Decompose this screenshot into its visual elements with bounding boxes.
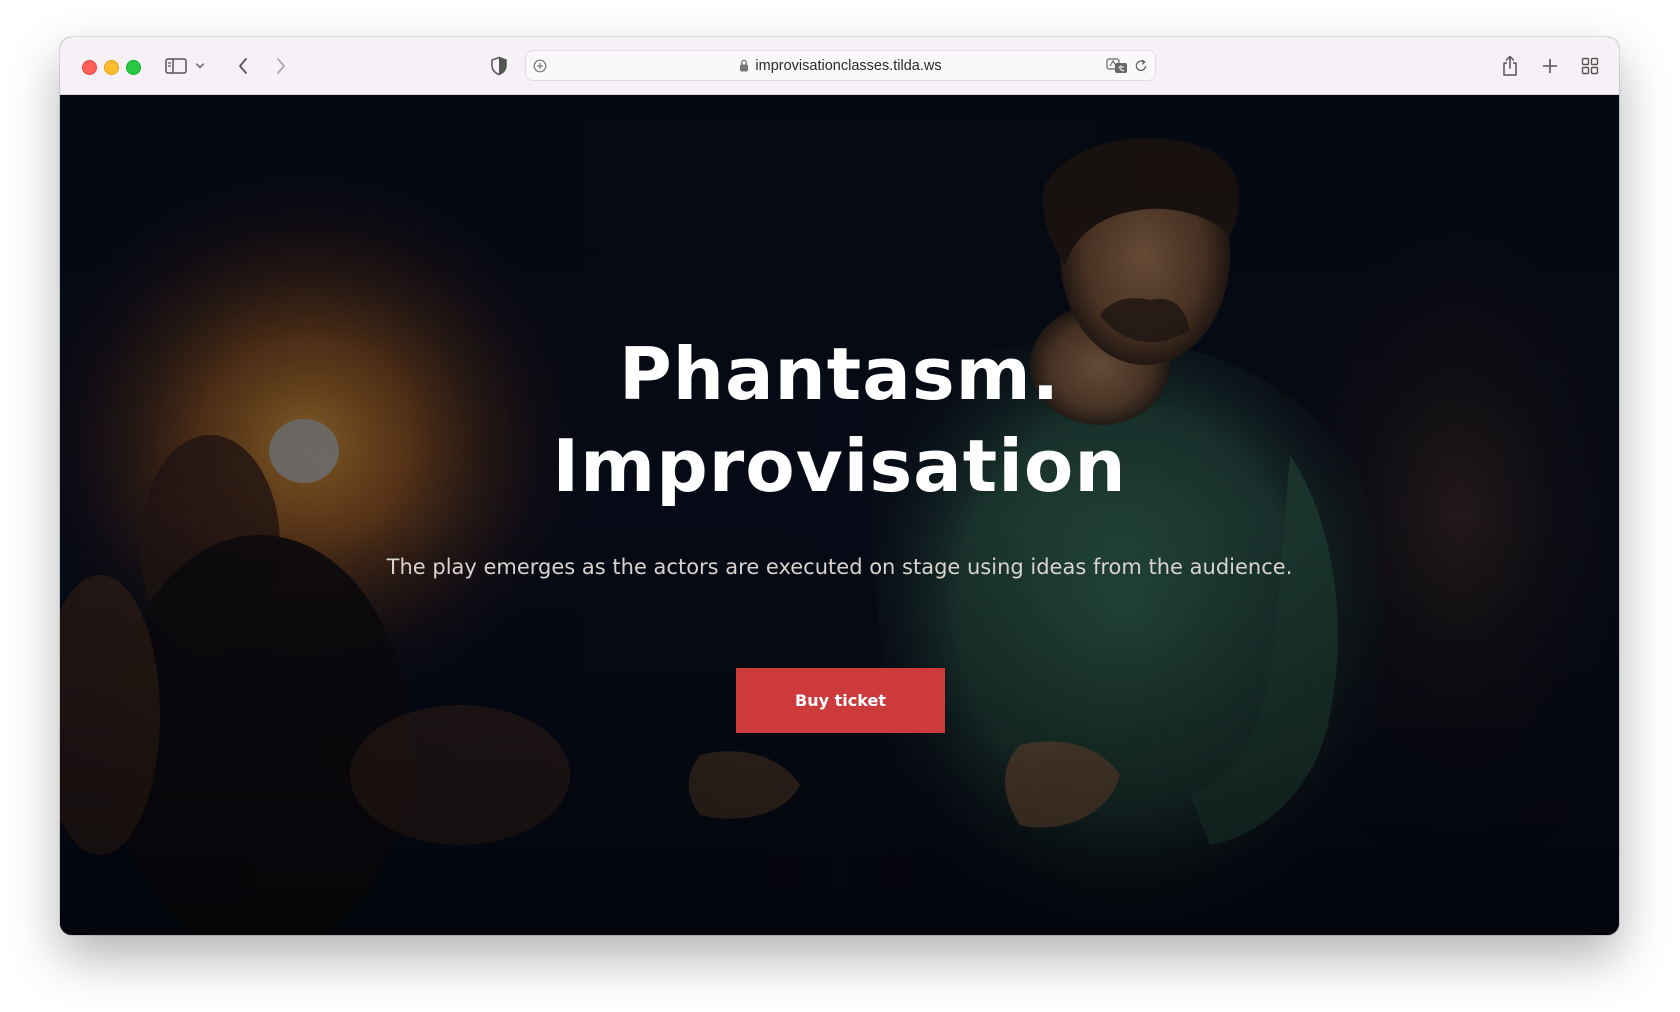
hero-title-line1: Phantasm. <box>618 332 1061 416</box>
hero-title-line2: Improvisation <box>552 424 1127 508</box>
plus-icon <box>1542 58 1558 74</box>
privacy-report-button[interactable] <box>487 54 511 78</box>
hero-background-image <box>60 95 1619 935</box>
share-button[interactable] <box>1498 54 1522 78</box>
tab-grid-icon <box>1581 57 1599 75</box>
lock-icon <box>740 59 749 72</box>
address-bar[interactable]: improvisationclasses.tilda.ws <box>525 50 1156 81</box>
reload-button[interactable] <box>1129 54 1153 78</box>
buy-ticket-button[interactable]: Buy ticket <box>736 668 945 733</box>
new-tab-button[interactable] <box>1538 54 1562 78</box>
browser-toolbar: improvisationclasses.tilda.ws <box>60 37 1619 95</box>
url-text-wrap: improvisationclasses.tilda.ws <box>526 58 1155 74</box>
chevron-down-icon <box>195 63 205 69</box>
forward-arrow-icon <box>277 58 285 74</box>
sidebar-toggle-button[interactable] <box>164 54 188 78</box>
reload-icon <box>1135 59 1147 72</box>
hero-subtitle: The play emerges as the actors are execu… <box>386 555 1293 579</box>
forward-button[interactable] <box>269 54 293 78</box>
shield-icon <box>491 56 507 76</box>
translate-icon <box>1106 58 1127 73</box>
browser-window: improvisationclasses.tilda.ws Phantasm. … <box>60 37 1619 935</box>
hero-title: Phantasm. Improvisation <box>60 328 1619 512</box>
back-arrow-icon <box>239 58 247 74</box>
close-window-button[interactable] <box>82 60 97 75</box>
desktop: improvisationclasses.tilda.ws Phantasm. … <box>0 0 1680 1012</box>
back-button[interactable] <box>231 54 255 78</box>
sidebar-icon <box>165 58 187 74</box>
hero-section: Phantasm. Improvisation The play emerges… <box>60 95 1619 935</box>
maximize-window-button[interactable] <box>126 60 141 75</box>
share-icon <box>1503 55 1517 76</box>
tab-overview-button[interactable] <box>1578 54 1602 78</box>
url-text: improvisationclasses.tilda.ws <box>755 58 942 74</box>
minimize-window-button[interactable] <box>104 60 119 75</box>
sidebar-menu-button[interactable] <box>193 54 207 78</box>
translate-button[interactable] <box>1105 54 1129 78</box>
